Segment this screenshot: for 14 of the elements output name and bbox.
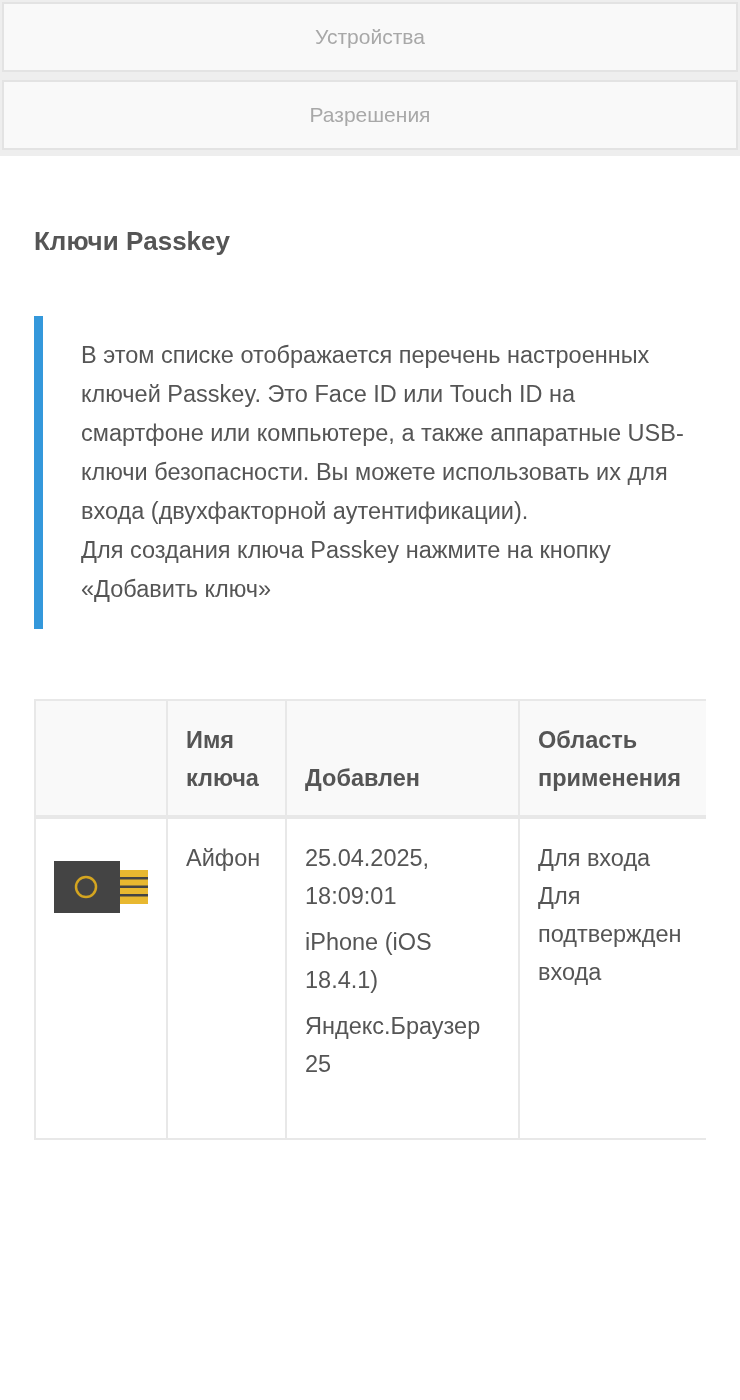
tab-button[interactable]: Разрешения: [2, 80, 738, 150]
key-name: Айфон: [186, 845, 261, 871]
column-header: Добавлен: [286, 700, 519, 817]
column-header: Область применения: [519, 700, 706, 817]
section-title: Ключи Passkey: [34, 226, 231, 256]
added-info: iPhone (iOS 18.4.1): [305, 928, 433, 995]
usb-key-icon: [54, 861, 150, 913]
scope-text: Для подтвержден входа: [538, 882, 683, 987]
note-text: Для создания ключа Passkey нажмите на кнопку «Добавить ключ»: [81, 536, 612, 604]
column-header: Имя ключа: [167, 700, 286, 817]
tab-button[interactable]: Устройства: [2, 2, 738, 72]
note-text: В этом списке отображается перечень настроенных ключей Passkey. Это Face ID или Touch ID на смартфоне или компьютере, а также аппаратные USB-ключи безопасности. Вы можете использовать их для входа (двухфакторной аутентификации).: [81, 341, 685, 526]
added-info: Яндекс.Браузер 25: [305, 1012, 482, 1079]
scope-text: Для входа: [538, 844, 652, 873]
